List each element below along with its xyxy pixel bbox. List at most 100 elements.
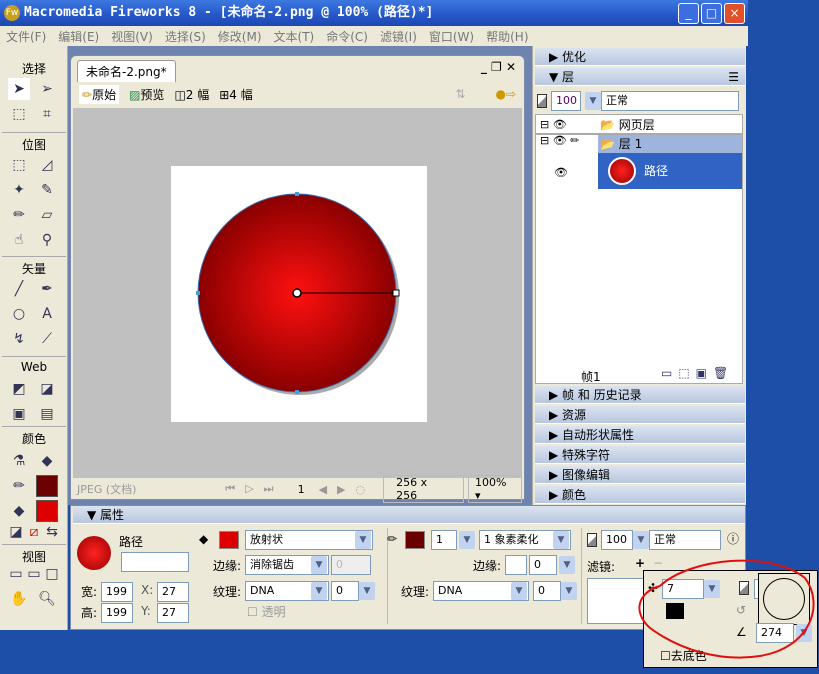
subselect-tool-icon[interactable]: ➢ [36, 78, 58, 100]
filters-list[interactable] [587, 578, 647, 624]
hide-slices-icon[interactable]: ▣ [8, 403, 30, 425]
canvas-image[interactable] [171, 166, 427, 422]
panel-optimize[interactable]: ▶ 优化 [535, 48, 745, 66]
menu-text[interactable]: 文本(T) [274, 28, 315, 45]
stroke-texture-amount-dropdown[interactable]: ▼ [561, 582, 577, 600]
pointer-tool-icon[interactable]: ➤ [8, 78, 30, 100]
swap-colors-icon[interactable]: ⇆ [44, 524, 60, 540]
knife-tool-icon[interactable]: ⟋ [36, 328, 58, 350]
minimize-button[interactable]: _ [678, 3, 699, 24]
angle-dropdown[interactable]: ▼ [796, 624, 812, 642]
object-opacity-dropdown[interactable]: ▼ [633, 531, 649, 549]
texture-dropdown[interactable]: ▼ [311, 582, 327, 600]
width-input[interactable]: 199 [101, 582, 133, 602]
texture-amount-input[interactable]: 0 [331, 581, 359, 601]
object-opacity-input[interactable]: 100 [601, 530, 633, 550]
menu-modify[interactable]: 修改(M) [218, 28, 262, 45]
angle-dial[interactable] [758, 573, 810, 625]
panel-colors[interactable]: ▶ 颜色 [535, 486, 745, 504]
height-input[interactable]: 199 [101, 603, 133, 623]
texture-amount-dropdown[interactable]: ▼ [359, 582, 375, 600]
stroke-color-swatch[interactable] [36, 475, 58, 497]
fill-color-swatch[interactable] [219, 531, 239, 549]
doc-window-controls[interactable]: _ ❐ ✕ [481, 60, 516, 74]
paint-bucket-icon[interactable]: ◆ [36, 450, 58, 472]
fill-color-icon[interactable]: ◆ [8, 500, 30, 522]
canvas-area[interactable] [73, 108, 522, 478]
close-button[interactable]: × [724, 3, 745, 24]
text-tool-icon[interactable]: A [36, 303, 58, 325]
menu-commands[interactable]: 命令(C) [326, 28, 368, 45]
blur-tool-icon[interactable]: ☝ [8, 229, 30, 251]
eyedropper-icon[interactable]: ⚗ [8, 450, 30, 472]
hand-tool-icon[interactable]: ✋ [8, 588, 30, 610]
view-preview-tab[interactable]: ▨预览 [129, 86, 164, 103]
marquee-tool-icon[interactable]: ⬚ [8, 154, 30, 176]
x-input[interactable]: 27 [157, 582, 189, 602]
fill-color-swatch[interactable] [36, 500, 58, 522]
layer-row-layer1[interactable]: 📂 层 1 [598, 135, 742, 153]
knockout-checkbox[interactable]: ☐去底色 [660, 647, 707, 664]
stroke-texture-amount[interactable]: 0 [533, 581, 561, 601]
slice-tool-icon[interactable]: ◪ [36, 378, 58, 400]
stroke-texture-dropdown[interactable]: ▼ [511, 582, 527, 600]
transparent-checkbox[interactable]: ☐ 透明 [247, 603, 286, 620]
frame-step-controls[interactable]: ◀▶◌ [319, 483, 376, 496]
frame-controls[interactable]: ⏮▷⏭ [225, 482, 283, 496]
menu-filters[interactable]: 滤镜(I) [380, 28, 417, 45]
object-name-input[interactable] [121, 552, 189, 572]
brush-tool-icon[interactable]: ✎ [36, 179, 58, 201]
stroke-size-dropdown[interactable]: ▼ [459, 531, 475, 549]
object-blend-select[interactable]: 正常 [649, 530, 721, 550]
magic-wand-icon[interactable]: ✦ [8, 179, 30, 201]
default-colors-icon[interactable]: ◪ [8, 524, 24, 540]
pencil-tool-icon[interactable]: ✏ [8, 204, 30, 226]
stroke-type-dropdown[interactable]: ▼ [553, 531, 569, 549]
properties-header[interactable]: ▼ 属性 [73, 506, 745, 524]
stroke-edge-slider[interactable] [505, 555, 527, 575]
full-screen-menu-icon[interactable]: ▭ [26, 566, 42, 582]
eraser-tool-icon[interactable]: ▱ [36, 204, 58, 226]
view-4up-tab[interactable]: ⊞4 幅 [219, 86, 253, 103]
show-slices-icon[interactable]: ▤ [36, 403, 58, 425]
stroke-color-swatch[interactable] [405, 531, 425, 549]
stroke-edge-input[interactable]: 0 [529, 555, 557, 575]
standard-screen-icon[interactable]: ▭ [8, 566, 24, 582]
panel-layers-header[interactable]: ▼ 层 ☰ [535, 68, 745, 86]
menu-view[interactable]: 视图(V) [111, 28, 153, 45]
shadow-color-swatch[interactable] [666, 603, 684, 619]
circle-path[interactable] [171, 166, 427, 422]
crop-tool-icon[interactable]: ⌗ [36, 103, 58, 125]
add-filter-button[interactable]: + [635, 556, 645, 570]
quick-export-icon[interactable]: ●⇨ [495, 87, 516, 101]
distance-dropdown[interactable]: ▼ [704, 580, 720, 598]
fill-type-select[interactable]: 放射状 [245, 530, 373, 550]
fill-type-dropdown[interactable]: ▼ [355, 531, 371, 549]
layer-opacity-input[interactable]: 100 [551, 91, 581, 111]
no-color-icon[interactable]: ⧄ [26, 524, 42, 540]
zoom-tool-icon[interactable]: 🔍︎ [36, 588, 58, 610]
panel-assets[interactable]: ▶ 资源 [535, 406, 745, 424]
stroke-edge-dropdown[interactable]: ▼ [559, 556, 575, 574]
stroke-color-icon[interactable]: ✏ [8, 475, 30, 497]
edge-dropdown[interactable]: ▼ [311, 556, 327, 574]
distance-input[interactable]: 7 [662, 579, 704, 599]
full-screen-icon[interactable]: □ [44, 566, 60, 582]
stroke-size-input[interactable]: 1 [431, 530, 457, 550]
menu-file[interactable]: 文件(F) [6, 28, 46, 45]
menu-edit[interactable]: 编辑(E) [58, 28, 99, 45]
menu-select[interactable]: 选择(S) [165, 28, 206, 45]
panel-frames-history[interactable]: ▶ 帧 和 历史记录 [535, 386, 745, 404]
pen-tool-icon[interactable]: ✒ [36, 278, 58, 300]
document-tab[interactable]: 未命名-2.png* [77, 60, 176, 82]
hotspot-tool-icon[interactable]: ◩ [8, 378, 30, 400]
panel-special-chars[interactable]: ▶ 特殊字符 [535, 446, 745, 464]
menu-help[interactable]: 帮助(H) [486, 28, 528, 45]
angle-input[interactable]: 274 [756, 623, 794, 643]
layer-actions[interactable]: ▭⬚▣🗑︎ [661, 366, 734, 380]
view-original-tab[interactable]: ✏原始 [79, 84, 120, 104]
menu-window[interactable]: 窗口(W) [429, 28, 474, 45]
y-input[interactable]: 27 [157, 603, 189, 623]
rubber-stamp-icon[interactable]: ⚲ [36, 229, 58, 251]
lasso-tool-icon[interactable]: ◿ [36, 154, 58, 176]
